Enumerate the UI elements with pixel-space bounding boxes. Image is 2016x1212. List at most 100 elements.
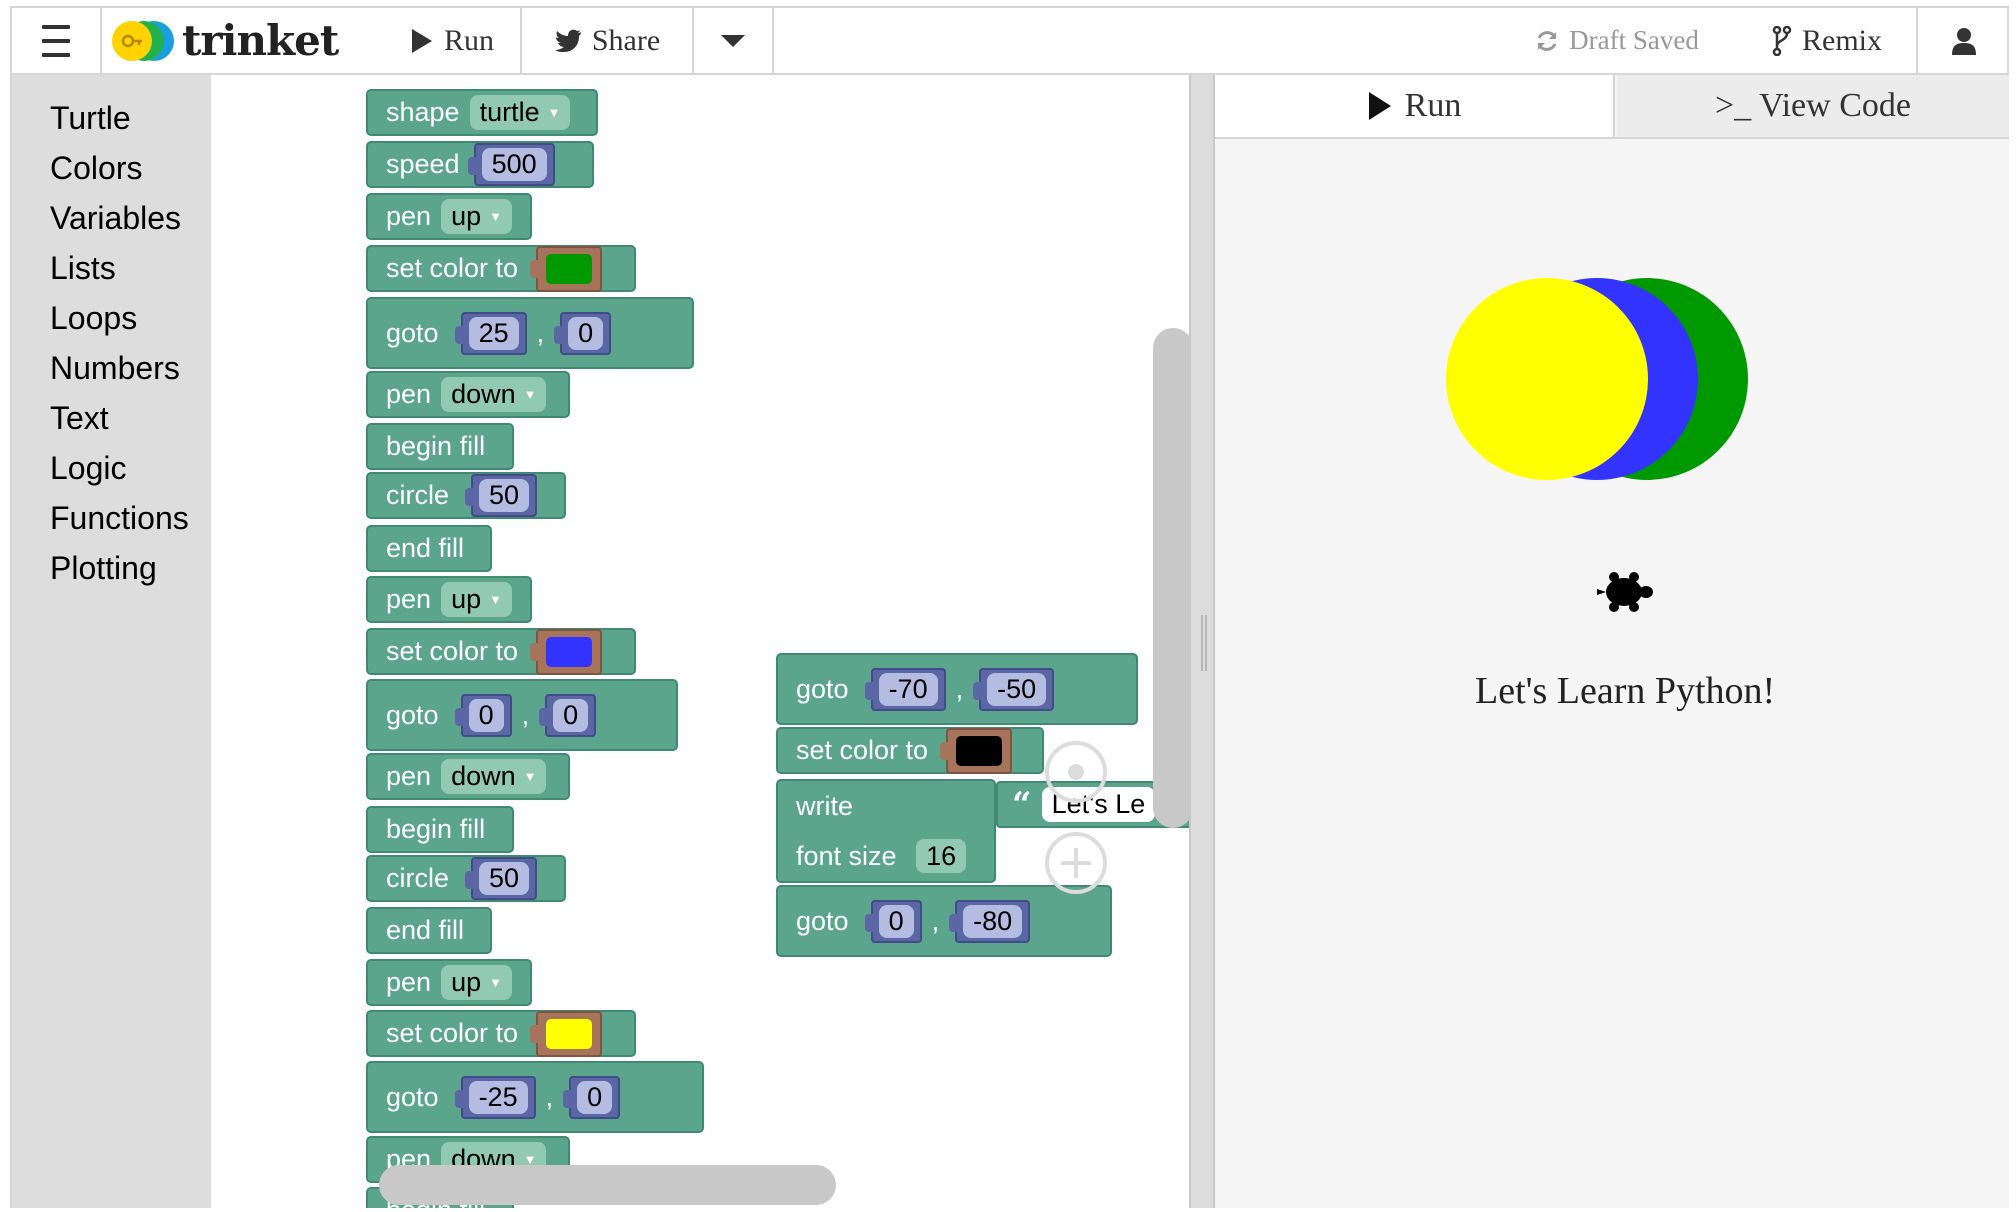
divider: [772, 8, 774, 73]
category-variables[interactable]: Variables: [12, 193, 211, 243]
number-value[interactable]: -70: [878, 672, 938, 706]
x-input[interactable]: -70: [864, 667, 946, 711]
set-color-block[interactable]: set color to: [366, 628, 636, 675]
category-colors[interactable]: Colors: [12, 143, 211, 193]
set-color-block[interactable]: set color to: [366, 245, 636, 292]
zoom-in-icon[interactable]: [1045, 832, 1107, 894]
category-loops[interactable]: Loops: [12, 293, 211, 343]
category-text[interactable]: Text: [12, 393, 211, 443]
x-input[interactable]: 25: [454, 311, 527, 355]
panel-splitter[interactable]: [1189, 75, 1215, 1208]
color-swatch[interactable]: [546, 253, 593, 284]
top-toolbar: trinket Run Share Draft Saved Remix: [12, 8, 2007, 75]
tab-view-code[interactable]: >_ View Code: [1617, 75, 2009, 137]
y-input[interactable]: -80: [949, 899, 1031, 943]
output-panel: Run >_ View Code Let's Learn Python!: [1215, 75, 2009, 1208]
caret-down-icon: [721, 34, 745, 47]
pen-down-block[interactable]: pen down ▼: [366, 753, 570, 800]
color-input[interactable]: [530, 628, 603, 675]
begin-fill-block[interactable]: begin fill: [366, 423, 514, 470]
x-input[interactable]: -25: [454, 1075, 536, 1119]
goto-block[interactable]: goto 0 , -80: [776, 885, 1112, 957]
y-input[interactable]: 0: [539, 693, 597, 737]
category-turtle[interactable]: Turtle: [12, 93, 211, 143]
block-label: pen: [386, 379, 432, 409]
pen-dropdown[interactable]: up ▼: [441, 582, 512, 617]
horizontal-scrollbar[interactable]: [379, 1165, 836, 1205]
pen-up-block[interactable]: pen up ▼: [366, 959, 532, 1006]
set-color-block[interactable]: set color to: [776, 727, 1044, 774]
twitter-icon: [554, 29, 582, 53]
category-numbers[interactable]: Numbers: [12, 343, 211, 393]
color-swatch[interactable]: [546, 636, 593, 667]
color-input[interactable]: [530, 1010, 603, 1057]
y-input[interactable]: -50: [973, 667, 1055, 711]
number-value[interactable]: -50: [987, 672, 1047, 706]
user-menu-button[interactable]: [1918, 8, 2009, 73]
hamburger-icon: [42, 24, 70, 29]
number-value[interactable]: 0: [568, 316, 604, 350]
number-value[interactable]: 0: [878, 904, 914, 938]
y-input[interactable]: 0: [554, 311, 612, 355]
x-input[interactable]: 0: [864, 899, 922, 943]
number-input[interactable]: 50: [465, 857, 538, 900]
set-color-block[interactable]: set color to: [366, 1010, 636, 1057]
circle-block[interactable]: circle 50: [366, 472, 566, 519]
vertical-scrollbar[interactable]: [1153, 328, 1189, 828]
number-value[interactable]: 500: [481, 148, 547, 181]
number-value[interactable]: 0: [577, 1080, 613, 1114]
number-value[interactable]: 50: [479, 479, 530, 512]
pen-dropdown[interactable]: up ▼: [441, 965, 512, 1000]
pen-dropdown[interactable]: down ▼: [441, 377, 547, 412]
menu-button[interactable]: [12, 8, 100, 73]
number-input[interactable]: 50: [465, 474, 538, 517]
color-swatch[interactable]: [546, 1018, 593, 1049]
pen-up-block[interactable]: pen up ▼: [366, 193, 532, 240]
share-button[interactable]: Share: [522, 8, 692, 73]
trinket-app: trinket Run Share Draft Saved Remix Turt…: [10, 6, 2009, 1208]
tab-run[interactable]: Run: [1215, 75, 1615, 137]
number-value[interactable]: 25: [468, 316, 519, 350]
circle-block[interactable]: circle 50: [366, 855, 566, 902]
pen-dropdown[interactable]: up ▼: [441, 199, 512, 234]
run-button[interactable]: Run: [382, 8, 522, 73]
write-block[interactable]: write font size 16: [776, 779, 996, 883]
y-input[interactable]: 0: [563, 1075, 621, 1119]
pen-up-block[interactable]: pen up ▼: [366, 576, 532, 623]
goto-block[interactable]: goto 0 , 0: [366, 679, 678, 751]
drag-handle-icon[interactable]: [1201, 615, 1203, 671]
begin-fill-block[interactable]: begin fill: [366, 806, 514, 853]
speed-block[interactable]: speed 500: [366, 141, 594, 188]
goto-block[interactable]: goto -25 , 0: [366, 1061, 704, 1133]
number-value[interactable]: 0: [468, 698, 504, 732]
trinket-logo[interactable]: trinket: [112, 8, 362, 73]
category-lists[interactable]: Lists: [12, 243, 211, 293]
x-input[interactable]: 0: [454, 693, 512, 737]
goto-block[interactable]: goto -70 , -50: [776, 653, 1138, 725]
end-fill-block[interactable]: end fill: [366, 525, 492, 572]
blockly-workspace[interactable]: shape turtle ▼ speed 500 pen up ▼ set colo…: [211, 75, 1189, 1208]
category-functions[interactable]: Functions: [12, 493, 211, 543]
category-logic[interactable]: Logic: [12, 443, 211, 493]
end-fill-block[interactable]: end fill: [366, 907, 492, 954]
color-swatch[interactable]: [956, 735, 1003, 766]
block-label: goto: [386, 317, 439, 348]
shape-block[interactable]: shape turtle ▼: [366, 89, 598, 136]
recenter-icon[interactable]: [1045, 741, 1107, 803]
share-dropdown-button[interactable]: [694, 8, 772, 73]
number-value[interactable]: -25: [468, 1080, 528, 1114]
number-value[interactable]: 0: [553, 698, 589, 732]
block-label: pen: [386, 967, 432, 997]
number-input[interactable]: 500: [467, 143, 555, 186]
pen-dropdown[interactable]: down ▼: [441, 759, 547, 794]
pen-down-block[interactable]: pen down ▼: [366, 371, 570, 418]
goto-block[interactable]: goto 25 , 0: [366, 297, 694, 369]
color-input[interactable]: [530, 245, 603, 292]
number-value[interactable]: -80: [963, 904, 1023, 938]
category-plotting[interactable]: Plotting: [12, 543, 211, 593]
color-input[interactable]: [940, 727, 1013, 774]
shape-dropdown[interactable]: turtle ▼: [469, 95, 571, 130]
number-value[interactable]: 50: [479, 862, 530, 895]
font-size-value[interactable]: 16: [916, 838, 967, 873]
remix-button[interactable]: Remix: [1752, 8, 1902, 73]
